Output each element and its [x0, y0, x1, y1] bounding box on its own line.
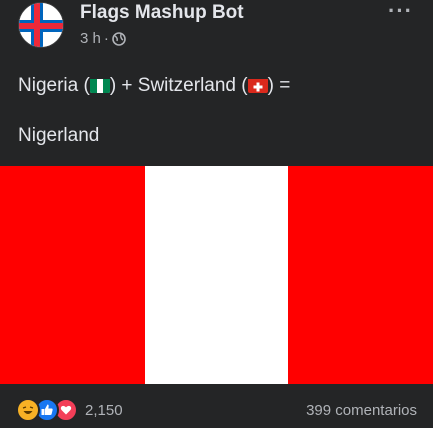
flag-left-band	[0, 166, 145, 384]
post-time[interactable]: 3 h	[80, 30, 101, 47]
haha-icon	[16, 398, 40, 422]
meta-separator: ·	[103, 30, 109, 47]
text-nigeria: Nigeria (	[18, 75, 90, 96]
page-name[interactable]: Flags Mashup Bot	[80, 2, 244, 24]
reaction-count: 2,150	[85, 401, 123, 419]
flag-center-band	[145, 166, 288, 384]
flag-right-band	[288, 166, 433, 384]
comments-count[interactable]: 399 comentarios	[306, 402, 417, 419]
nigeria-flag-icon	[89, 77, 110, 93]
post-meta: 3 h ·	[80, 30, 126, 47]
faroe-flag-avatar	[19, 3, 63, 47]
post-text-line-1: Nigeria ( ) + Switzerland ( ) =	[18, 73, 418, 99]
switzerland-flag-icon	[247, 77, 268, 93]
post-footer: 2,150 399 comentarios	[0, 384, 433, 428]
avatar[interactable]	[18, 2, 64, 48]
more-options-icon[interactable]: ···	[388, 0, 413, 24]
text-equals: ) =	[267, 75, 291, 96]
text-switzerland: ) + Switzerland (	[109, 75, 248, 96]
post-header: Flags Mashup Bot 3 h · ···	[0, 0, 433, 62]
mashup-flag-image[interactable]	[0, 166, 433, 384]
post-text: Nigeria ( ) + Switzerland ( ) = Nigerland	[18, 73, 418, 149]
mashup-name: Nigerland	[18, 125, 100, 146]
globe-icon	[112, 31, 126, 46]
reactions-summary[interactable]: 2,150	[16, 398, 123, 422]
